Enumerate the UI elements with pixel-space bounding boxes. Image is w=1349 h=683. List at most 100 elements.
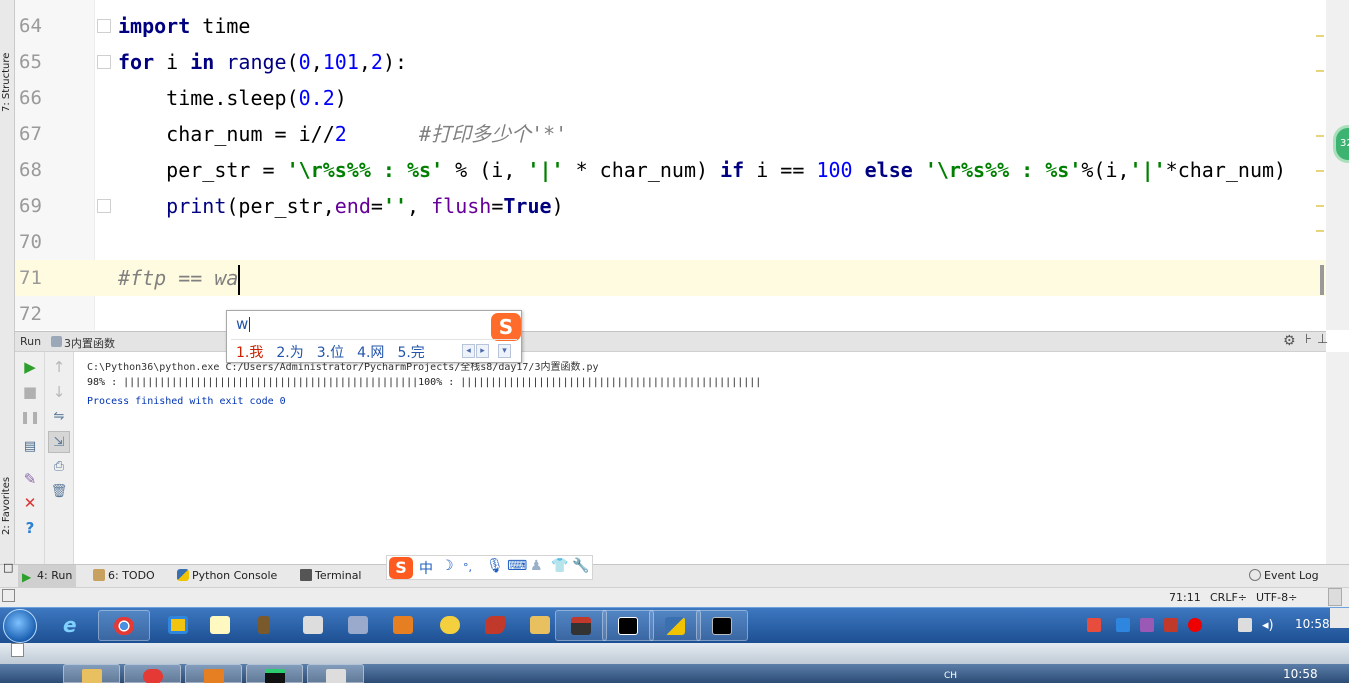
- line-separator[interactable]: CRLF÷: [1210, 591, 1247, 604]
- lock-icon[interactable]: [1328, 588, 1342, 606]
- fold-marker-icon[interactable]: [97, 55, 111, 69]
- start-button[interactable]: [3, 609, 37, 643]
- line-number: 70: [19, 231, 42, 253]
- taskbar-cmd[interactable]: [696, 610, 748, 641]
- code-line-65[interactable]: 65 for i in range(0,101,2):: [15, 44, 1326, 80]
- taskbar-python[interactable]: [649, 610, 701, 641]
- line-number: 66: [19, 87, 42, 109]
- taskbar-pycharm[interactable]: [602, 610, 654, 641]
- taskbar-chrome[interactable]: [98, 610, 150, 641]
- code-line-66[interactable]: 66 time.sleep(0.2): [15, 80, 1326, 116]
- code-line-70[interactable]: 70: [15, 224, 1326, 260]
- input-language[interactable]: CH: [944, 671, 957, 681]
- code-editor[interactable]: 64 import time 65 for i in range(0,101,2): 6…: [15, 0, 1326, 330]
- host-taskbar-app[interactable]: [185, 664, 242, 683]
- wrench-icon[interactable]: 🔧: [572, 558, 589, 574]
- run-config-name[interactable]: 3内置函数: [64, 335, 115, 351]
- punctuation-toggle[interactable]: °,: [463, 561, 472, 574]
- structure-tab[interactable]: 7: Structure: [0, 0, 15, 120]
- caret-position[interactable]: 71:11: [1169, 591, 1201, 604]
- ime-candidate[interactable]: 1.我: [236, 342, 263, 362]
- tab-todo[interactable]: 6: TODO: [93, 569, 155, 582]
- host-taskbar-explorer[interactable]: [63, 664, 120, 683]
- taskbar-notepad[interactable]: [195, 610, 247, 641]
- record-icon[interactable]: [1188, 618, 1202, 632]
- p-tray-icon[interactable]: [1116, 618, 1130, 632]
- gear-icon[interactable]: ⚙: [1283, 333, 1296, 349]
- soft-wrap-icon[interactable]: ⇋: [48, 406, 70, 428]
- close-icon[interactable]: ✕: [19, 492, 41, 514]
- pin-icon[interactable]: ✎: [19, 468, 41, 490]
- console-scrollbar[interactable]: [1326, 352, 1349, 564]
- skin-icon[interactable]: 👕: [551, 558, 568, 574]
- chinese-mode-toggle[interactable]: 中: [419, 558, 433, 578]
- keyboard-icon[interactable]: ⌨: [507, 558, 527, 574]
- microphone-icon[interactable]: 🎙: [486, 558, 504, 574]
- tab-run[interactable]: ▶ 4: Run: [18, 565, 77, 587]
- media-icon: [440, 616, 460, 634]
- favorites-tab[interactable]: 2: Favorites: [0, 470, 15, 555]
- pycharm-icon: [618, 617, 638, 635]
- print-icon[interactable]: ⎙: [48, 456, 70, 478]
- code-line-69[interactable]: 69 print(per_str,end='', flush=True): [15, 188, 1326, 224]
- code-line-71[interactable]: 71 #ftp == wa: [15, 260, 1326, 296]
- taskbar-ie[interactable]: e: [48, 610, 100, 641]
- ime-candidate[interactable]: 5.完: [397, 342, 424, 362]
- ime-candidate[interactable]: 2.为: [276, 342, 303, 362]
- fold-marker-icon[interactable]: [97, 19, 111, 33]
- host-taskbar-chrome[interactable]: [124, 664, 181, 683]
- clock[interactable]: 10:58: [1295, 617, 1330, 631]
- tray-icon[interactable]: [1140, 618, 1154, 632]
- sogou-logo-icon[interactable]: S: [389, 557, 413, 579]
- ime-expand-icon[interactable]: ▾: [498, 344, 511, 358]
- tray-icon[interactable]: [1164, 618, 1178, 632]
- hide-icon[interactable]: ⊦: [1305, 332, 1312, 347]
- toggle-tool-windows-icon[interactable]: [2, 589, 15, 602]
- help-icon[interactable]: ?: [19, 517, 41, 539]
- sogou-ime-toolbar[interactable]: S 中 ☽ °, 🎙 ⌨ ♟ 👕 🔧: [386, 555, 593, 580]
- user-icon[interactable]: ♟: [530, 558, 543, 574]
- stop-icon[interactable]: ■: [19, 381, 41, 403]
- notification-badge[interactable]: 32: [1333, 125, 1349, 163]
- tab-event-log[interactable]: Event Log: [1249, 569, 1319, 582]
- ime-candidate[interactable]: 4.网: [357, 342, 384, 362]
- host-clock[interactable]: 10:58: [1283, 667, 1318, 681]
- moon-icon[interactable]: ☽: [441, 558, 454, 574]
- editor-scrollbar[interactable]: [1326, 0, 1349, 330]
- ime-next-page-icon[interactable]: ▸: [476, 344, 489, 358]
- ime-caret: [249, 317, 250, 332]
- up-arrow-icon[interactable]: ↑: [48, 356, 70, 378]
- code-line-67[interactable]: 67 char_num = i//2 #打印多少个'*': [15, 116, 1326, 152]
- sogou-tray-icon[interactable]: [1087, 618, 1101, 632]
- fold-marker-icon[interactable]: [97, 199, 111, 213]
- down-arrow-icon[interactable]: ↓: [48, 381, 70, 403]
- ie-icon: e: [63, 613, 77, 637]
- code-text: #ftp == wa: [118, 260, 241, 296]
- network-tray-icon[interactable]: [1238, 618, 1252, 632]
- code-line-64[interactable]: 64 import time: [15, 8, 1326, 44]
- minimize-icon[interactable]: ⊥: [1317, 332, 1328, 347]
- status-bar: 71:11 CRLF÷ UTF-8÷: [0, 587, 1349, 607]
- host-taskbar-pycharm[interactable]: [246, 664, 303, 683]
- tab-python-console[interactable]: Python Console: [177, 569, 277, 582]
- restore-layout-icon[interactable]: ▤: [19, 436, 41, 458]
- trash-icon[interactable]: 🗑: [48, 481, 70, 503]
- taskbar-app2[interactable]: [555, 610, 607, 641]
- sogou-logo-icon: S: [491, 313, 521, 341]
- file-encoding[interactable]: UTF-8÷: [1256, 591, 1297, 604]
- rerun-icon[interactable]: ▶: [19, 356, 41, 378]
- host-taskbar-window[interactable]: [307, 664, 364, 683]
- ime-candidate[interactable]: 3.位: [317, 342, 344, 362]
- taskbar-paint[interactable]: [378, 610, 430, 641]
- scroll-to-end-icon[interactable]: ⇲: [48, 431, 70, 453]
- ime-prev-page-icon[interactable]: ◂: [462, 344, 475, 358]
- ime-candidate-popup[interactable]: w S 1.我 2.为 3.位 4.网 5.完 ◂ ▸ ▾: [226, 310, 522, 363]
- pause-icon[interactable]: ❚❚: [19, 406, 41, 428]
- code-text: char_num = i//2 #打印多少个'*': [118, 122, 568, 146]
- tab-run-label: 4: Run: [37, 569, 73, 582]
- code-line-72[interactable]: 72: [15, 296, 1326, 330]
- code-line-68[interactable]: 68 per_str = '\r%s%% : %s' % (i, '|' * c…: [15, 152, 1326, 188]
- volume-icon[interactable]: ◂): [1262, 618, 1276, 633]
- tab-terminal[interactable]: Terminal: [300, 569, 362, 582]
- run-console-output[interactable]: C:\Python36\python.exe C:/Users/Administ…: [75, 352, 1326, 564]
